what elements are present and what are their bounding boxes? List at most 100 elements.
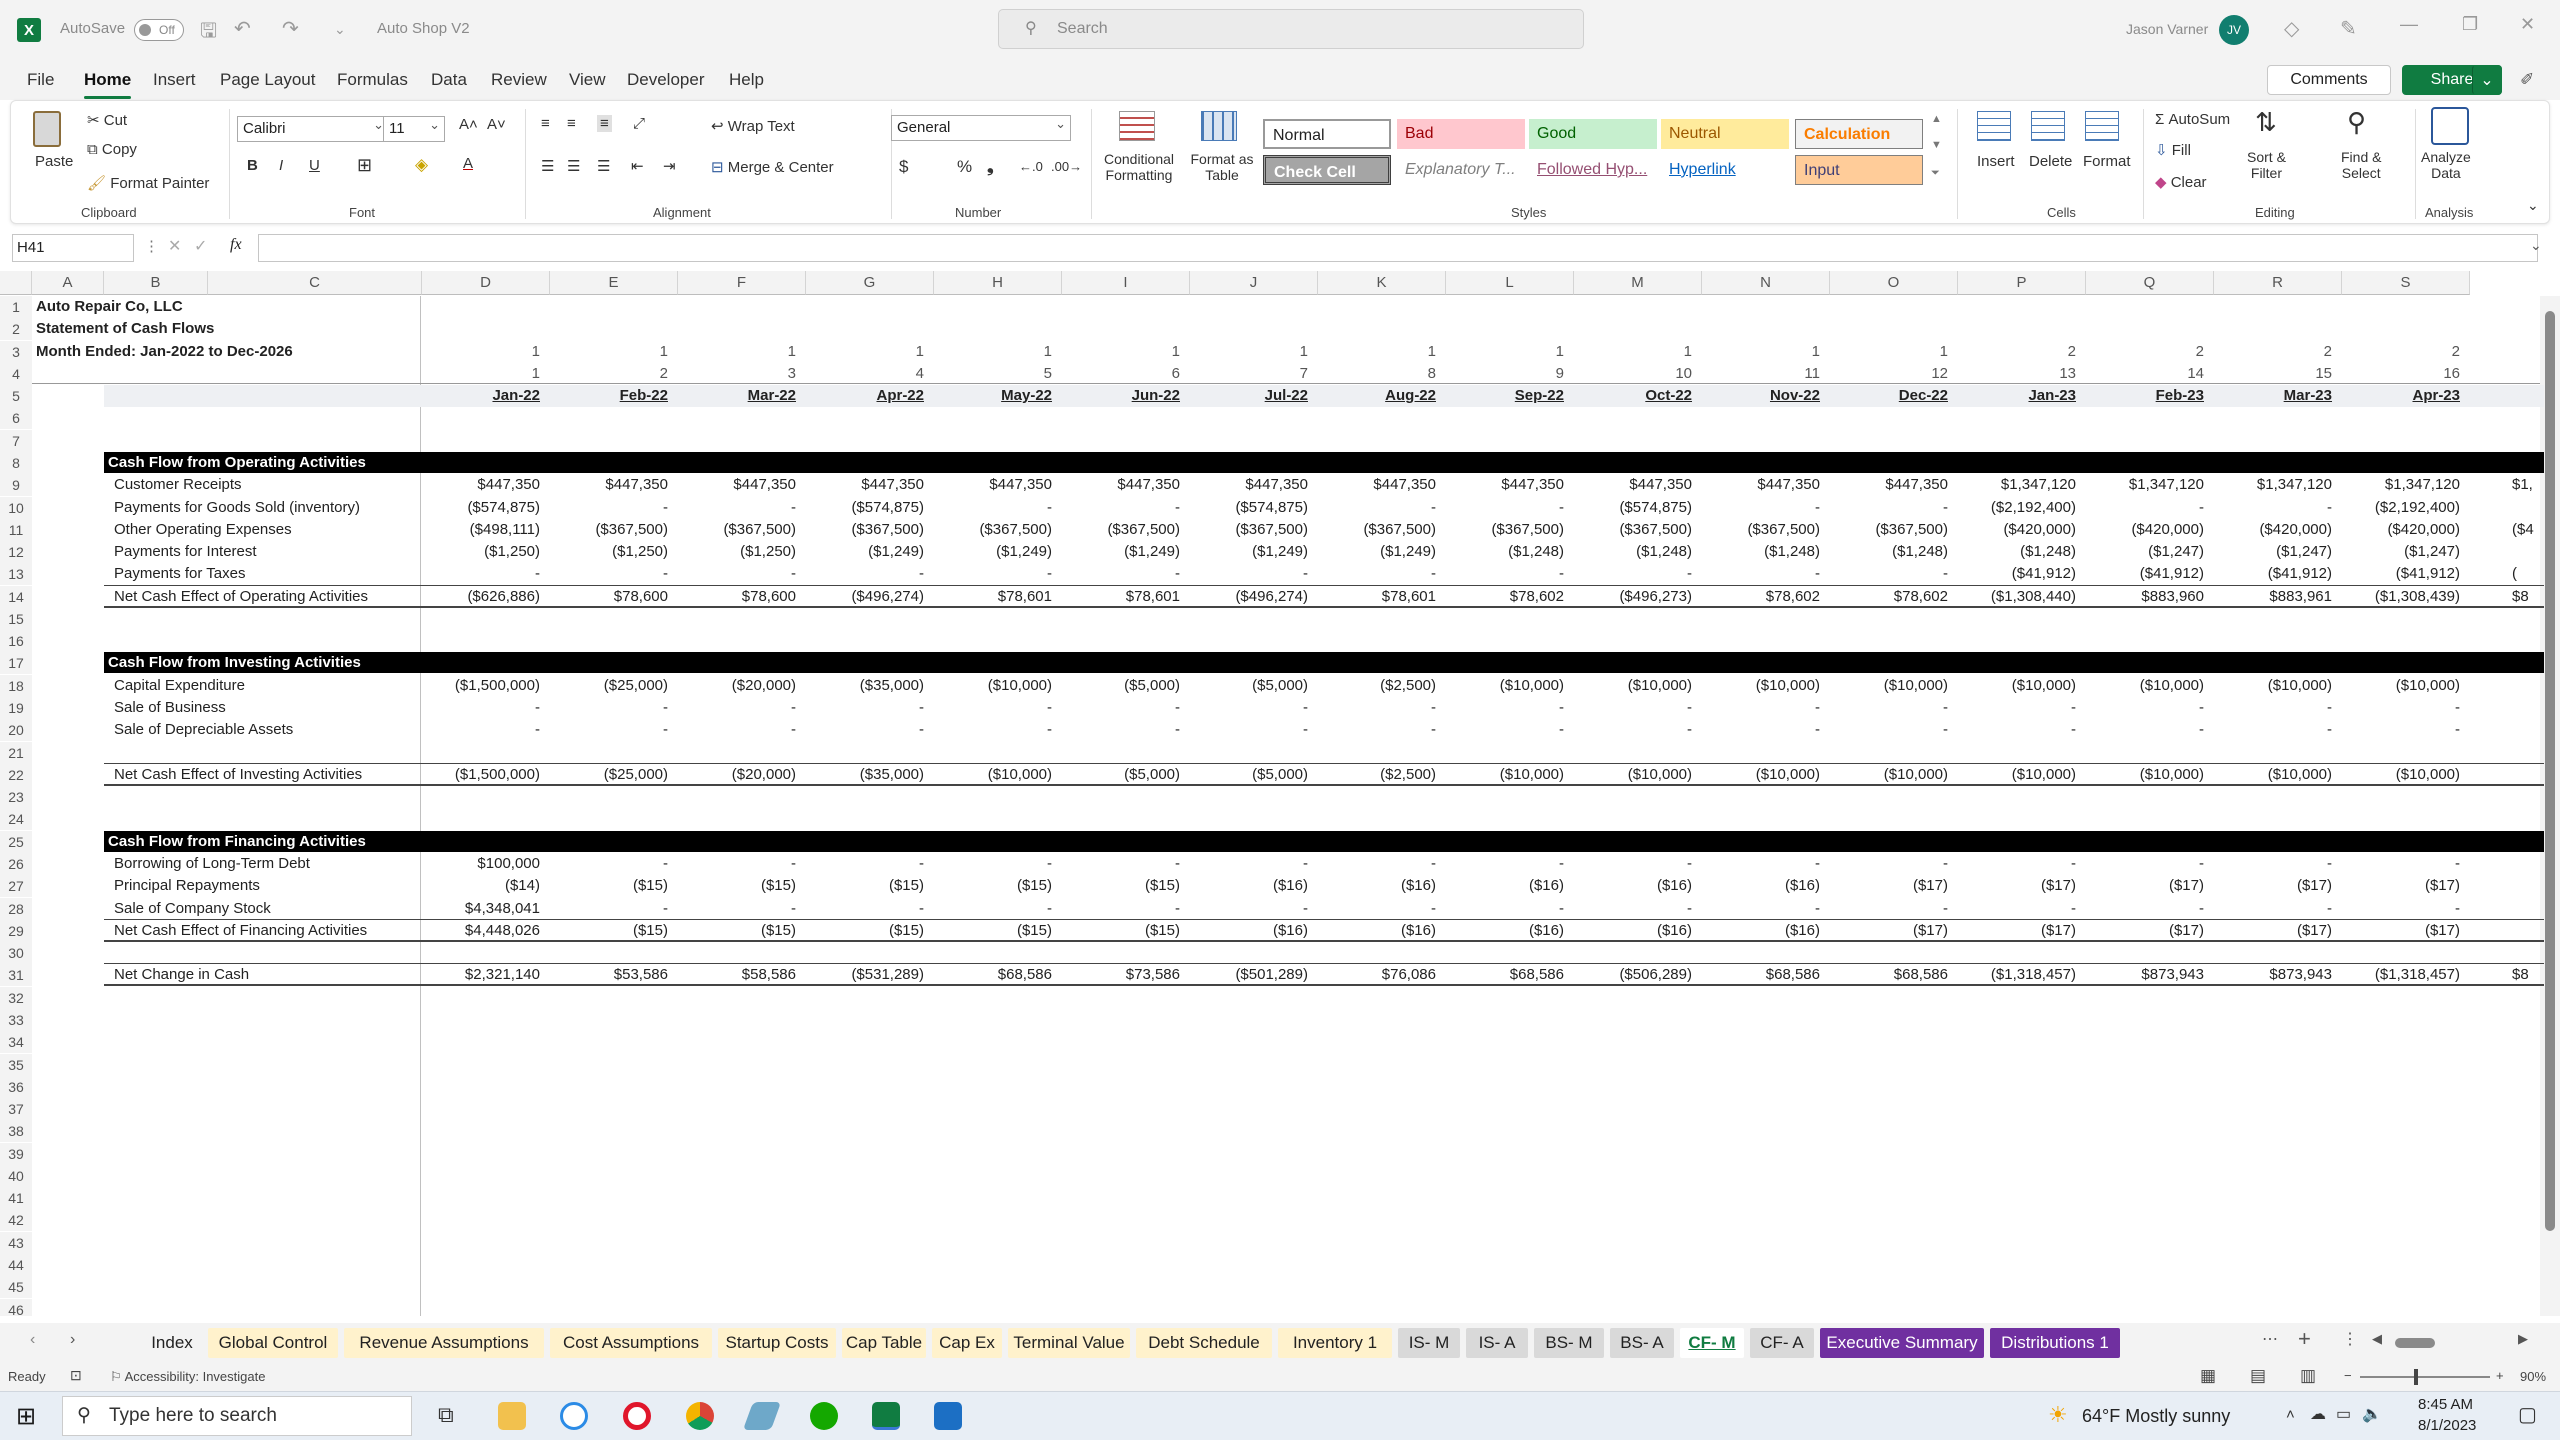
- align-bottom-icon[interactable]: ≡: [597, 115, 612, 132]
- row-header-33[interactable]: 33: [0, 1008, 32, 1031]
- operating-value-cell[interactable]: ($41,912): [2086, 563, 2204, 585]
- share-dropdown-icon[interactable]: ⌄: [2472, 65, 2502, 95]
- net-change-value-cell[interactable]: $68,586: [934, 964, 1052, 986]
- operating-value-cell[interactable]: ($367,500): [934, 519, 1052, 541]
- operating-value-cell[interactable]: ($1,247): [2086, 541, 2204, 563]
- operating-value-cell[interactable]: $447,350: [1574, 474, 1692, 496]
- sheet-tab-is-a[interactable]: IS- A: [1466, 1328, 1528, 1358]
- investing-value-cell[interactable]: -: [678, 719, 796, 741]
- financing-value-cell[interactable]: ($15): [1062, 875, 1180, 897]
- operating-value-cell[interactable]: -: [1062, 497, 1180, 519]
- operating-value-cell[interactable]: -: [1318, 563, 1436, 585]
- row-header-25[interactable]: 25: [0, 830, 32, 853]
- onedrive-icon[interactable]: ☁: [2310, 1404, 2326, 1424]
- select-all-corner[interactable]: [0, 271, 32, 295]
- wrap-text-button[interactable]: ↩ Wrap Text: [711, 117, 795, 135]
- investing-value-cell[interactable]: ($10,000): [1446, 675, 1564, 697]
- operating-value-cell[interactable]: -: [1702, 563, 1820, 585]
- styles-more-icon[interactable]: ⏷: [1931, 167, 1940, 180]
- financing-value-cell[interactable]: -: [1702, 898, 1820, 920]
- undo-icon[interactable]: ↶: [234, 16, 251, 41]
- style-normal[interactable]: Normal: [1263, 119, 1391, 149]
- column-header-b[interactable]: B: [104, 271, 208, 295]
- operating-value-cell[interactable]: ($574,875): [806, 497, 924, 519]
- column-header-o[interactable]: O: [1830, 271, 1958, 295]
- copy-button[interactable]: ⧉ Copy: [87, 141, 137, 158]
- bold-icon[interactable]: B: [247, 157, 258, 174]
- style-calculation[interactable]: Calculation: [1795, 119, 1923, 149]
- tab-home[interactable]: Home: [84, 70, 132, 99]
- style-followed-hyperlink[interactable]: Followed Hyp...: [1529, 155, 1657, 185]
- operating-value-cell[interactable]: -: [550, 497, 668, 519]
- investing-value-cell[interactable]: ($10,000): [934, 675, 1052, 697]
- operating-value-cell[interactable]: ($1,249): [1062, 541, 1180, 563]
- financing-value-cell[interactable]: ($15): [806, 875, 924, 897]
- column-header-k[interactable]: K: [1318, 271, 1446, 295]
- photos-icon[interactable]: [934, 1402, 962, 1430]
- investing-value-cell[interactable]: -: [2342, 719, 2460, 741]
- style-neutral[interactable]: Neutral: [1661, 119, 1789, 149]
- user-avatar[interactable]: JV: [2219, 15, 2249, 45]
- display-icon[interactable]: ▭: [2336, 1404, 2351, 1424]
- task-view-icon[interactable]: ⧉: [438, 1402, 454, 1428]
- net-change-value-cell[interactable]: $68,586: [1702, 964, 1820, 986]
- number-format-select[interactable]: General: [891, 112, 1071, 141]
- operating-value-cell[interactable]: $447,350: [1190, 474, 1308, 496]
- column-header-d[interactable]: D: [422, 271, 550, 295]
- row-header-19[interactable]: 19: [0, 697, 32, 720]
- row-header-13[interactable]: 13: [0, 563, 32, 586]
- investing-value-cell[interactable]: -: [422, 719, 540, 741]
- column-header-r[interactable]: R: [2214, 271, 2342, 295]
- operating-value-cell[interactable]: ($367,500): [1318, 519, 1436, 541]
- operating-value-cell[interactable]: -: [678, 497, 796, 519]
- row-header-16[interactable]: 16: [0, 630, 32, 653]
- decrease-font-icon[interactable]: A˅: [487, 116, 506, 133]
- pen-icon[interactable]: ✎: [2340, 16, 2357, 41]
- investing-value-cell[interactable]: -: [2086, 697, 2204, 719]
- operating-net-value-cell[interactable]: $883,960: [2086, 586, 2204, 608]
- financing-value-cell[interactable]: ($16): [1574, 875, 1692, 897]
- investing-value-cell[interactable]: -: [1190, 697, 1308, 719]
- row-header-28[interactable]: 28: [0, 897, 32, 920]
- financing-net-value-cell[interactable]: ($16): [1574, 920, 1692, 942]
- minimize-icon[interactable]: —: [2400, 14, 2418, 35]
- row-header-11[interactable]: 11: [0, 518, 32, 541]
- row-header-4[interactable]: 4: [0, 362, 32, 385]
- investing-net-value-cell[interactable]: ($10,000): [1446, 764, 1564, 786]
- style-good[interactable]: Good: [1529, 119, 1657, 149]
- investing-value-cell[interactable]: -: [1318, 719, 1436, 741]
- sheet-tab-inventory-1[interactable]: Inventory 1: [1278, 1328, 1392, 1358]
- sheet-tab-cap-table[interactable]: Cap Table: [842, 1328, 926, 1358]
- operating-value-cell[interactable]: -: [1318, 497, 1436, 519]
- row-header-24[interactable]: 24: [0, 808, 32, 831]
- operating-value-cell[interactable]: -: [1830, 563, 1948, 585]
- financing-value-cell[interactable]: -: [1190, 853, 1308, 875]
- insert-cells-icon[interactable]: [1977, 111, 2011, 141]
- row-header-18[interactable]: 18: [0, 674, 32, 697]
- financing-value-cell[interactable]: -: [934, 898, 1052, 920]
- operating-net-value-cell[interactable]: $78,601: [1318, 586, 1436, 608]
- save-icon[interactable]: 🖫: [200, 16, 217, 50]
- row-header-31[interactable]: 31: [0, 964, 32, 987]
- operating-value-cell[interactable]: $447,350: [806, 474, 924, 496]
- font-color-icon[interactable]: A: [463, 155, 473, 172]
- operating-value-cell[interactable]: ($2,192,400): [2342, 497, 2460, 519]
- investing-value-cell[interactable]: -: [2342, 697, 2460, 719]
- orientation-icon[interactable]: ⤢: [633, 115, 645, 132]
- financing-value-cell[interactable]: -: [1062, 898, 1180, 920]
- sheet-tab-bs-a[interactable]: BS- A: [1610, 1328, 1674, 1358]
- row-header-27[interactable]: 27: [0, 875, 32, 898]
- investing-value-cell[interactable]: ($10,000): [1574, 675, 1692, 697]
- style-explanatory[interactable]: Explanatory T...: [1397, 155, 1525, 185]
- column-header-n[interactable]: N: [1702, 271, 1830, 295]
- align-right-icon[interactable]: ☰: [597, 157, 610, 175]
- net-change-value-cell[interactable]: $76,086: [1318, 964, 1436, 986]
- financing-net-value-cell[interactable]: ($17): [2214, 920, 2332, 942]
- financing-net-value-cell[interactable]: ($17): [1958, 920, 2076, 942]
- financing-value-cell[interactable]: ($14): [422, 875, 540, 897]
- notification-icon[interactable]: ▢: [2518, 1402, 2537, 1427]
- investing-net-value-cell[interactable]: ($10,000): [1702, 764, 1820, 786]
- operating-net-value-cell[interactable]: ($496,273): [1574, 586, 1692, 608]
- operating-value-cell[interactable]: ($1,249): [1190, 541, 1308, 563]
- operating-value-cell[interactable]: ($1,247): [2214, 541, 2332, 563]
